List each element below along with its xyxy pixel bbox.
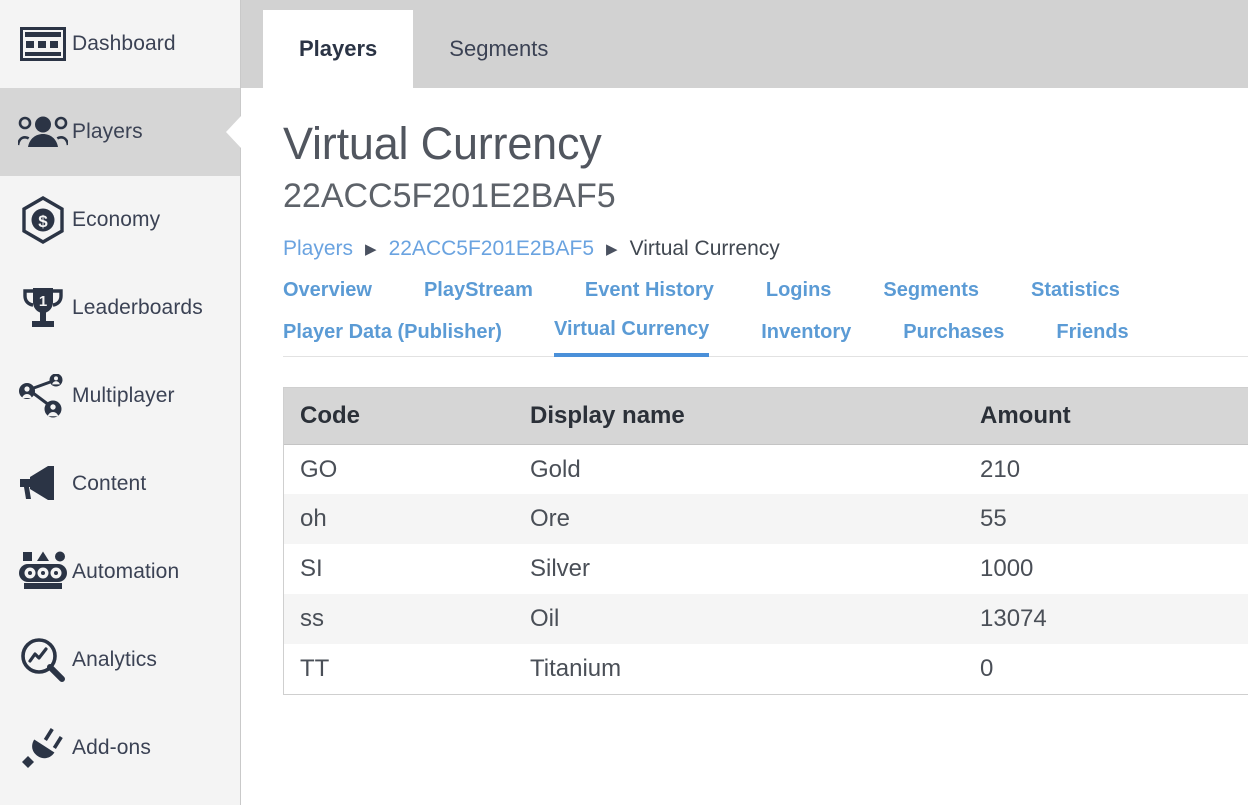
subnav-link-inventory[interactable]: Inventory xyxy=(761,321,851,356)
tab-players[interactable]: Players xyxy=(263,10,413,88)
cell-code[interactable]: ss xyxy=(284,594,514,644)
players-icon xyxy=(14,116,72,148)
sidebar-item-multiplayer[interactable]: Multiplayer xyxy=(0,352,240,440)
sidebar-item-economy[interactable]: $ Economy xyxy=(0,176,240,264)
sidebar-item-players[interactable]: Players xyxy=(0,88,240,176)
breadcrumb-item-players[interactable]: Players xyxy=(283,237,353,261)
addons-icon xyxy=(14,725,72,771)
breadcrumb: Players ▶ 22ACC5F201E2BAF5 ▶ Virtual Cur… xyxy=(283,237,1248,261)
cell-code[interactable]: TT xyxy=(284,644,514,694)
chevron-right-icon: ▶ xyxy=(606,242,618,257)
cell-code[interactable]: oh xyxy=(284,494,514,544)
automation-icon xyxy=(14,550,72,594)
economy-icon: $ xyxy=(14,196,72,244)
subnav-link-logins[interactable]: Logins xyxy=(766,279,832,302)
subnav-link-friends[interactable]: Friends xyxy=(1056,321,1128,356)
breadcrumb-item-player-id[interactable]: 22ACC5F201E2BAF5 xyxy=(389,237,594,261)
cell-amount: 210 xyxy=(964,444,1248,494)
subnav-link-segments[interactable]: Segments xyxy=(883,279,979,302)
table-row[interactable]: ss Oil 13074 xyxy=(284,594,1248,644)
top-tab-strip: Players Segments xyxy=(241,0,1248,88)
table-header: Code Display name Amount xyxy=(284,388,1248,445)
sidebar-item-dashboard[interactable]: Dashboard xyxy=(0,0,240,88)
table-row[interactable]: SI Silver 1000 xyxy=(284,544,1248,594)
sidebar-item-label: Leaderboards xyxy=(72,296,203,320)
cell-code[interactable]: GO xyxy=(284,444,514,494)
analytics-icon xyxy=(14,637,72,683)
subnav-link-overview[interactable]: Overview xyxy=(283,279,372,302)
cell-display-name[interactable]: Gold xyxy=(514,444,964,494)
sidebar: Dashboard Players xyxy=(0,0,241,805)
subnav-link-event-history[interactable]: Event History xyxy=(585,279,714,302)
multiplayer-icon xyxy=(14,374,72,418)
main-area: Players Segments Virtual Currency 22ACC5… xyxy=(241,0,1248,805)
page-subtitle: 22ACC5F201E2BAF5 xyxy=(283,179,1248,215)
subnav-link-statistics[interactable]: Statistics xyxy=(1031,279,1120,302)
content-icon xyxy=(14,464,72,504)
tab-label: Segments xyxy=(449,36,548,62)
cell-display-name[interactable]: Ore xyxy=(514,494,964,544)
sidebar-item-label: Content xyxy=(72,472,146,496)
sidebar-item-addons[interactable]: Add-ons xyxy=(0,704,240,792)
tab-label: Players xyxy=(299,36,377,62)
sidebar-item-analytics[interactable]: Analytics xyxy=(0,616,240,704)
svg-text:$: $ xyxy=(38,212,48,231)
table-row[interactable]: GO Gold 210 xyxy=(284,444,1248,494)
cell-amount: 55 xyxy=(964,494,1248,544)
cell-code[interactable]: SI xyxy=(284,544,514,594)
sidebar-item-label: Players xyxy=(72,120,143,144)
column-header-code[interactable]: Code xyxy=(284,388,514,445)
table-row[interactable]: TT Titanium 0 xyxy=(284,644,1248,694)
sidebar-item-label: Economy xyxy=(72,208,160,232)
table-row[interactable]: oh Ore 55 xyxy=(284,494,1248,544)
sidebar-item-label: Multiplayer xyxy=(72,384,175,408)
dashboard-icon xyxy=(14,27,72,61)
subnav-link-player-data-publisher[interactable]: Player Data (Publisher) xyxy=(283,321,502,356)
chevron-right-icon: ▶ xyxy=(365,242,377,257)
virtual-currency-table-wrapper: Code Display name Amount GO Gold 210 oh xyxy=(283,387,1248,696)
subnav-row-1: Overview PlayStream Event History Logins… xyxy=(283,279,1248,302)
sidebar-item-label: Analytics xyxy=(72,648,157,672)
sidebar-item-label: Automation xyxy=(72,560,179,584)
app-root: Dashboard Players xyxy=(0,0,1248,805)
sidebar-item-leaderboards[interactable]: 1 Leaderboards xyxy=(0,264,240,352)
sidebar-item-automation[interactable]: Automation xyxy=(0,528,240,616)
leaderboards-icon: 1 xyxy=(14,285,72,331)
virtual-currency-table: Code Display name Amount GO Gold 210 oh xyxy=(284,388,1248,695)
sidebar-item-content[interactable]: Content xyxy=(0,440,240,528)
page-content: Virtual Currency 22ACC5F201E2BAF5 Player… xyxy=(241,120,1248,695)
cell-amount: 13074 xyxy=(964,594,1248,644)
subnav-link-virtual-currency[interactable]: Virtual Currency xyxy=(554,318,709,357)
subnav-link-playstream[interactable]: PlayStream xyxy=(424,279,533,302)
page-title: Virtual Currency xyxy=(283,120,1248,167)
column-header-display-name[interactable]: Display name xyxy=(514,388,964,445)
subnav-row-2: Player Data (Publisher) Virtual Currency… xyxy=(283,318,1248,357)
svg-text:1: 1 xyxy=(39,293,47,310)
cell-amount: 1000 xyxy=(964,544,1248,594)
column-header-amount[interactable]: Amount xyxy=(964,388,1248,445)
cell-amount: 0 xyxy=(964,644,1248,694)
table-body: GO Gold 210 oh Ore 55 SI Silver 1000 xyxy=(284,444,1248,694)
sidebar-item-label: Add-ons xyxy=(72,736,151,760)
table-header-row: Code Display name Amount xyxy=(284,388,1248,445)
breadcrumb-item-current: Virtual Currency xyxy=(630,237,780,261)
cell-display-name[interactable]: Silver xyxy=(514,544,964,594)
cell-display-name[interactable]: Titanium xyxy=(514,644,964,694)
tab-segments[interactable]: Segments xyxy=(413,10,584,88)
cell-display-name[interactable]: Oil xyxy=(514,594,964,644)
sidebar-item-label: Dashboard xyxy=(72,32,176,56)
subnav-link-purchases[interactable]: Purchases xyxy=(903,321,1004,356)
